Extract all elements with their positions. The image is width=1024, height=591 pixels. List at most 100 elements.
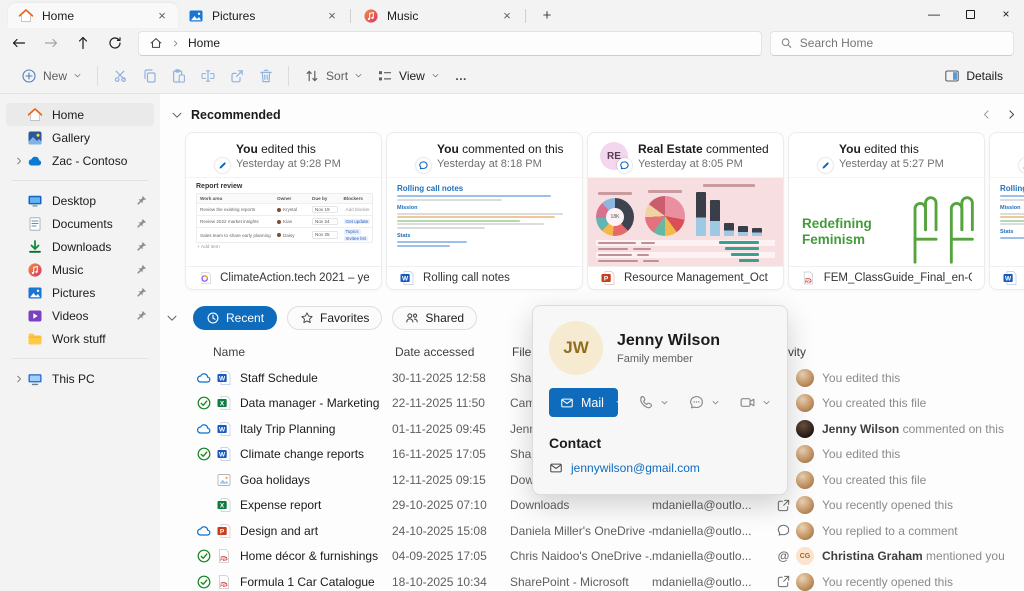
doc-title-text: Redefining Feminism <box>802 216 872 247</box>
file-name: Home décor & furnishings <box>240 549 379 564</box>
view-button[interactable]: View <box>370 62 447 90</box>
sidebar-item-videos[interactable]: Videos <box>6 304 154 327</box>
up-button[interactable] <box>68 30 98 56</box>
sidebar-item-documents[interactable]: Documents <box>6 212 154 235</box>
search-input[interactable] <box>799 36 1004 50</box>
due-chip: Nov 24 <box>312 217 338 226</box>
recommended-card[interactable]: You edited this Yesterday at 9:28 PM Rep… <box>185 132 382 290</box>
share-button[interactable] <box>222 62 251 90</box>
tab-close-icon[interactable]: × <box>154 8 170 23</box>
sidebar-item-gallery[interactable]: Gallery <box>6 126 154 149</box>
sidebar-item-label: Pictures <box>52 285 96 300</box>
tab-close-icon[interactable]: × <box>324 8 340 23</box>
shared-with-email: mdaniella@outlo... <box>652 549 752 564</box>
mini-cell-due: Nov 19 <box>309 205 341 215</box>
mail-dropdown-button[interactable] <box>615 388 618 417</box>
expand-chevron-icon[interactable] <box>10 156 27 166</box>
more-button[interactable]: … <box>447 62 476 90</box>
recommended-card[interactable]: Rolling call notes Mission Stats W <box>989 132 1024 290</box>
divider <box>97 65 99 86</box>
mini-col-header: Blockers <box>343 196 363 201</box>
sidebar-item-zac-contoso[interactable]: Zac - Contoso <box>6 149 154 172</box>
recommended-card[interactable]: You commented on this Yesterday at 8:18 … <box>386 132 583 290</box>
view-label: View <box>399 68 425 83</box>
column-header-date[interactable]: Date accessed <box>395 345 474 359</box>
pin-icon <box>135 217 148 230</box>
column-header-name[interactable]: Name <box>213 345 245 359</box>
cut-button[interactable] <box>106 62 135 90</box>
refresh-button[interactable] <box>100 30 130 56</box>
copy-button[interactable] <box>135 62 164 90</box>
collapse-chevron-icon[interactable] <box>170 108 184 122</box>
delete-button[interactable] <box>251 62 280 90</box>
open-icon <box>776 574 791 589</box>
close-button[interactable]: × <box>988 0 1024 28</box>
carousel-right-icon[interactable] <box>1005 108 1018 121</box>
maximize-button[interactable] <box>952 0 988 28</box>
sidebar-item-pictures[interactable]: Pictures <box>6 281 154 304</box>
paste-icon <box>171 68 187 84</box>
filter-label: Shared <box>425 311 465 325</box>
cloud-sync-icon <box>196 370 212 386</box>
onedrive-icon <box>27 153 43 169</box>
svg-text:X: X <box>220 503 225 510</box>
file-name: Goa holidays <box>240 472 311 487</box>
sidebar-item-home[interactable]: Home <box>6 103 154 126</box>
avatar <box>399 142 431 173</box>
search-box[interactable] <box>770 30 1014 56</box>
expand-chevron-icon[interactable] <box>10 374 27 384</box>
carousel-left-icon[interactable] <box>980 108 993 121</box>
avatar <box>1002 142 1024 173</box>
contact-name: Jenny Wilson <box>617 331 720 349</box>
filter-label: Recent <box>226 311 265 325</box>
file-row[interactable]: X Expense report 29-10-2025 07:10 Downloads… <box>160 493 1024 519</box>
chat-button[interactable] <box>688 394 720 411</box>
file-name: Formula 1 Car Catalogue <box>240 574 375 589</box>
new-tab-button[interactable]: + <box>534 4 560 26</box>
contact-email-link[interactable]: jennywilson@gmail.com <box>571 461 700 475</box>
recommended-card[interactable]: You edited this Yesterday at 5:27 PM Red… <box>788 132 985 290</box>
music-circle-icon <box>27 262 43 278</box>
card-thumbnail: Redefining Feminism <box>789 177 984 267</box>
sidebar-item-music[interactable]: Music <box>6 258 154 281</box>
forward-button[interactable] <box>36 30 66 56</box>
tab-music[interactable]: Music × <box>353 3 523 28</box>
card-thumbnail: Rolling call notes Mission Stats <box>990 177 1024 267</box>
call-button[interactable] <box>637 394 669 411</box>
video-call-button[interactable] <box>739 394 771 411</box>
svg-text:P: P <box>604 276 609 283</box>
file-row[interactable]: PDF Home décor & furnishings 04-09-2025 17… <box>160 544 1024 570</box>
rename-button[interactable] <box>193 62 222 90</box>
recommended-card[interactable]: RE Real Estate commented on this Yesterd… <box>587 132 784 290</box>
filter-pill-shared[interactable]: Shared <box>392 306 478 330</box>
details-button[interactable]: Details <box>937 62 1010 90</box>
tab-pictures[interactable]: Pictures × <box>178 3 348 28</box>
sidebar-item-work-stuff[interactable]: Work stuff <box>6 327 154 350</box>
file-row[interactable]: P Design and art 24-10-2025 15:08 Daniela M… <box>160 518 1024 544</box>
paste-button[interactable] <box>164 62 193 90</box>
tab-home[interactable]: Home × <box>8 3 178 28</box>
filter-pill-recent[interactable]: Recent <box>193 306 278 330</box>
shared-with-email: mdaniella@outlo... <box>652 523 752 538</box>
sidebar-item-this-pc[interactable]: This PC <box>6 367 154 390</box>
svg-text:W: W <box>219 452 226 459</box>
comment-icon <box>776 523 791 538</box>
collapse-chevron-icon[interactable] <box>165 311 179 325</box>
file-row[interactable]: PDF Formula 1 Car Catalogue 18-10-2025 10:… <box>160 569 1024 591</box>
chevron-down-icon <box>762 398 771 407</box>
tab-separator <box>350 9 351 23</box>
minimize-button[interactable]: — <box>916 0 952 28</box>
envelope-icon <box>549 461 563 475</box>
sidebar-item-downloads[interactable]: Downloads <box>6 235 154 258</box>
mail-button[interactable]: Mail <box>549 388 618 417</box>
filter-pill-favorites[interactable]: Favorites <box>287 306 383 330</box>
folder-icon <box>27 331 43 347</box>
new-button[interactable]: New <box>14 62 89 90</box>
sidebar-item-desktop[interactable]: Desktop <box>6 189 154 212</box>
mini-cell-blockers: Get update <box>341 218 373 226</box>
breadcrumb[interactable]: Home <box>138 30 762 56</box>
tab-close-icon[interactable]: × <box>499 8 515 23</box>
back-button[interactable] <box>4 30 34 56</box>
sort-button[interactable]: Sort <box>297 62 370 90</box>
tab-bar: Home × Pictures × Music × + — × <box>0 0 1024 28</box>
